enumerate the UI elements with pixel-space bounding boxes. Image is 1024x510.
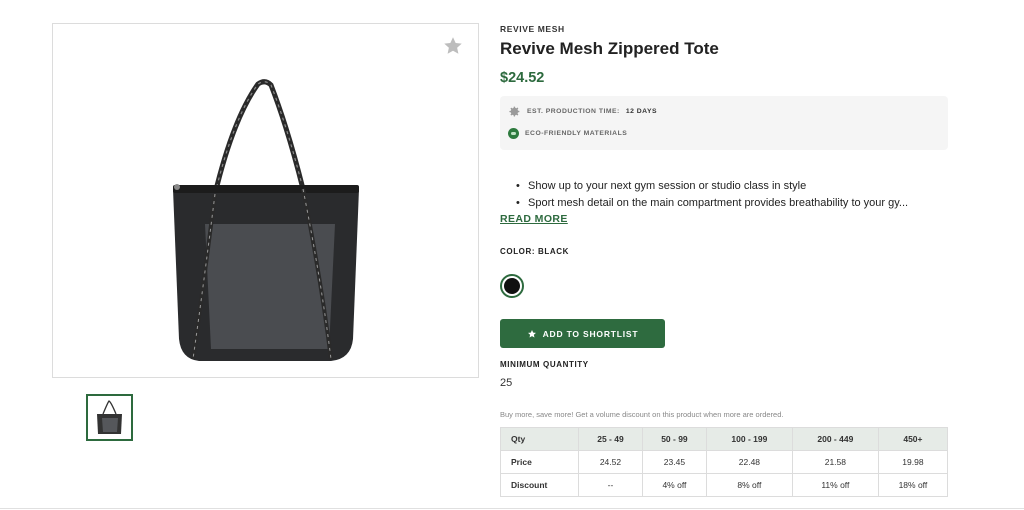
- star-icon[interactable]: [442, 35, 464, 57]
- table-row: Price 24.52 23.45 22.48 21.58 19.98: [500, 450, 949, 474]
- star-icon: [527, 329, 536, 338]
- table-cell: 200 - 449: [791, 427, 879, 451]
- product-brand: REVIVE MESH: [500, 24, 565, 34]
- tote-bag-image: [173, 79, 359, 361]
- volume-discount-note: Buy more, save more! Get a volume discou…: [500, 410, 784, 419]
- table-cell: 25 - 49: [578, 427, 643, 451]
- description-bullets: Show up to your next gym session or stud…: [516, 178, 946, 212]
- eco-friendly-label: ECO-FRIENDLY MATERIALS: [525, 130, 628, 137]
- minimum-quantity-value: 25: [500, 377, 513, 389]
- production-time-row: EST. PRODUCTION TIME: 12 DAYS: [508, 105, 657, 118]
- table-cell: 11% off: [791, 473, 879, 497]
- product-thumbnail[interactable]: [86, 394, 133, 441]
- description-bullet: Show up to your next gym session or stud…: [516, 178, 946, 195]
- table-cell: Price: [500, 450, 579, 474]
- table-cell: 18% off: [877, 473, 949, 497]
- table-cell: 21.58: [791, 450, 879, 474]
- add-to-shortlist-button[interactable]: ADD TO SHORTLIST: [500, 319, 665, 348]
- description-bullet: Sport mesh detail on the main compartmen…: [516, 195, 946, 212]
- product-main-image[interactable]: [52, 23, 479, 378]
- product-title: Revive Mesh Zippered Tote: [500, 39, 719, 58]
- shortlist-button-label: ADD TO SHORTLIST: [542, 328, 639, 339]
- volume-pricing-table: Qty 25 - 49 50 - 99 100 - 199 200 - 449 …: [500, 427, 949, 497]
- read-more-link[interactable]: READ MORE: [500, 213, 568, 225]
- table-cell: 4% off: [641, 473, 707, 497]
- table-cell: Qty: [500, 427, 579, 451]
- tote-bag-thumbnail-image: [97, 400, 122, 434]
- production-info-box: EST. PRODUCTION TIME: 12 DAYS ECO-FRIEND…: [500, 96, 948, 150]
- table-cell: 450+: [877, 427, 949, 451]
- production-time-value: 12 DAYS: [625, 108, 658, 115]
- eco-leaf-icon: [508, 128, 519, 139]
- table-cell: 19.98: [877, 450, 949, 474]
- table-cell: 23.45: [641, 450, 707, 474]
- product-price: $24.52: [500, 70, 545, 86]
- table-header-row: Qty 25 - 49 50 - 99 100 - 199 200 - 449 …: [500, 427, 949, 451]
- gear-icon: [509, 106, 520, 117]
- swatch-fill: [504, 278, 520, 294]
- table-cell: Discount: [500, 473, 579, 497]
- color-swatch-black[interactable]: [500, 274, 524, 298]
- production-time-label: EST. PRODUCTION TIME:: [527, 108, 620, 115]
- table-cell: --: [578, 473, 643, 497]
- table-cell: 100 - 199: [705, 427, 793, 451]
- table-cell: 8% off: [705, 473, 793, 497]
- table-cell: 50 - 99: [641, 427, 707, 451]
- divider: [0, 508, 1024, 509]
- eco-friendly-row: ECO-FRIENDLY MATERIALS: [508, 128, 627, 139]
- table-row: Discount -- 4% off 8% off 11% off 18% of…: [500, 473, 949, 497]
- table-cell: 22.48: [705, 450, 793, 474]
- minimum-quantity-label: MINIMUM QUANTITY: [500, 360, 589, 369]
- color-label: COLOR: BLACK: [500, 247, 569, 256]
- table-cell: 24.52: [578, 450, 643, 474]
